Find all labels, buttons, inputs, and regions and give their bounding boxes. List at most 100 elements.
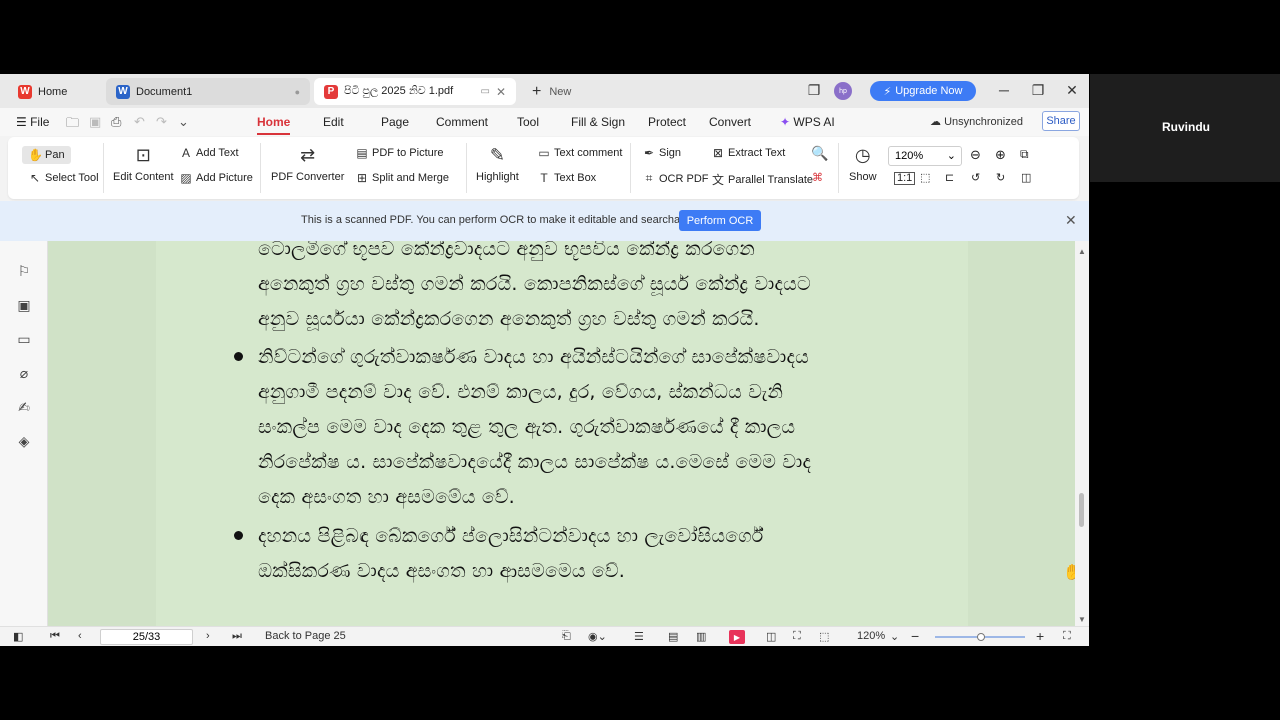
- fullscreen-icon[interactable]: ⛶: [1063, 630, 1071, 643]
- minimize-icon[interactable]: ─: [994, 82, 1014, 98]
- close-icon[interactable]: ✕: [1065, 212, 1077, 229]
- edit-content-icon: ⊡: [135, 145, 151, 165]
- crop-icon[interactable]: ⬚: [819, 630, 829, 643]
- undo-icon[interactable]: ↶: [134, 114, 145, 130]
- scroll-down-icon[interactable]: ▼: [1078, 615, 1086, 624]
- zoom-level[interactable]: 120%: [857, 630, 885, 642]
- zoom-select[interactable]: 120% ⌄: [888, 146, 962, 166]
- restore-icon[interactable]: ❐: [1028, 82, 1048, 99]
- tab-convert[interactable]: Convert: [709, 115, 751, 129]
- single-page-icon[interactable]: ▤: [668, 630, 678, 643]
- zoom-out-icon[interactable]: −: [911, 628, 919, 644]
- read-mode-icon[interactable]: ⎗: [562, 630, 571, 643]
- add-picture-button[interactable]: ▨ Add Picture: [179, 171, 253, 185]
- sync-status[interactable]: ☁ Unsynchronized: [930, 115, 1023, 128]
- select-tool-button[interactable]: ↖ Select Tool: [28, 171, 99, 185]
- layers-icon[interactable]: ◈: [16, 433, 32, 449]
- zoom-out-icon[interactable]: ⊖: [970, 147, 981, 163]
- save-icon[interactable]: ▣: [89, 114, 101, 130]
- split-merge-button[interactable]: ⊞ Split and Merge: [355, 171, 449, 185]
- close-window-icon[interactable]: ✕: [1062, 82, 1082, 99]
- fit-height-icon[interactable]: ⊏: [945, 171, 954, 184]
- bookmark-icon[interactable]: ⚐: [16, 263, 32, 279]
- sidebar-toggle-icon[interactable]: ◧: [13, 630, 23, 643]
- window-list-icon[interactable]: ❐: [804, 82, 824, 99]
- screenshot-icon[interactable]: ⌘: [812, 171, 823, 184]
- back-to-page-link[interactable]: Back to Page 25: [265, 630, 346, 642]
- zoom-slider-knob[interactable]: [977, 633, 985, 641]
- fit-width-icon[interactable]: ⧉: [1020, 147, 1029, 162]
- comment-icon[interactable]: ▭: [16, 331, 32, 347]
- fit-page-icon[interactable]: ⬚: [920, 171, 930, 184]
- thumbnail-icon[interactable]: ▣: [16, 297, 32, 313]
- sign-button[interactable]: ✒ Sign: [642, 146, 681, 160]
- parallel-translate-button[interactable]: 文 Parallel Translate: [711, 171, 813, 188]
- tab-home[interactable]: W Home: [8, 78, 102, 105]
- scroll-thumb[interactable]: [1079, 493, 1084, 527]
- tab-home-menu[interactable]: Home: [257, 115, 291, 135]
- avatar[interactable]: hp: [834, 82, 852, 100]
- upgrade-button[interactable]: ⚡ Upgrade Now: [870, 81, 976, 101]
- tab-wps-ai[interactable]: ✦ WPS AI: [780, 115, 835, 129]
- tab-tool[interactable]: Tool: [517, 115, 539, 129]
- last-page-icon[interactable]: ⏭: [232, 630, 242, 643]
- video-participant-panel: Ruvindu: [1090, 74, 1280, 182]
- tab-fill-sign[interactable]: Fill & Sign: [571, 115, 625, 129]
- pdf-to-picture-label: PDF to Picture: [372, 147, 444, 159]
- next-page-icon[interactable]: ›: [206, 630, 210, 642]
- zoom-slider[interactable]: [935, 633, 1025, 641]
- tab-protect[interactable]: Protect: [648, 115, 686, 129]
- tab-document1[interactable]: W Document1 ●: [106, 78, 310, 105]
- zoom-in-icon[interactable]: +: [1036, 628, 1044, 644]
- split-view-icon[interactable]: ◫: [766, 630, 776, 643]
- text-box-button[interactable]: T Text Box: [537, 171, 596, 185]
- attachment-icon[interactable]: ⌀: [16, 365, 32, 381]
- close-tab-icon[interactable]: ✕: [496, 85, 506, 99]
- zoom-in-icon[interactable]: ⊕: [995, 147, 1006, 163]
- prev-page-icon[interactable]: ‹: [78, 630, 82, 642]
- first-page-icon[interactable]: ⏮: [50, 630, 60, 643]
- text-comment-button[interactable]: ▭ Text comment: [537, 146, 622, 160]
- ocr-pdf-button[interactable]: ⌗ OCR PDF: [642, 171, 709, 186]
- perform-ocr-button[interactable]: Perform OCR: [679, 210, 761, 231]
- book-view-icon[interactable]: ◫: [1021, 171, 1031, 184]
- document-view[interactable]: ටොලමිගේ භූපව කේන්ද්‍රවාදයට අනුව භූපවිය ක…: [48, 241, 1075, 626]
- eye-view-icon[interactable]: ◉⌄: [588, 630, 607, 643]
- tab-comment[interactable]: Comment: [436, 115, 488, 129]
- share-button[interactable]: Share: [1042, 111, 1080, 131]
- screen-frame: Ruvindu W Home W Document1 ● P පිටි පුල …: [0, 0, 1280, 720]
- pdf-to-picture-button[interactable]: ▤ PDF to Picture: [355, 146, 444, 160]
- actual-size-icon[interactable]: 1:1: [894, 172, 916, 185]
- open-folder-icon[interactable]: 🗀: [66, 114, 79, 136]
- play-icon[interactable]: ▶: [729, 630, 745, 644]
- signature-icon[interactable]: ✍: [16, 399, 32, 415]
- rotate-left-icon[interactable]: ↺: [971, 171, 980, 184]
- fit-screen-icon[interactable]: ⛶: [793, 630, 801, 643]
- print-icon[interactable]: ⎙: [111, 114, 121, 130]
- chevron-down-icon[interactable]: ⌄: [178, 114, 189, 130]
- search-icon[interactable]: 🔍: [811, 145, 828, 162]
- two-page-icon[interactable]: ▥: [696, 630, 706, 643]
- tab-edit[interactable]: Edit: [323, 115, 344, 129]
- page-number-input[interactable]: 25/33: [100, 629, 193, 645]
- pan-tool-button[interactable]: ✋ Pan: [22, 146, 71, 164]
- monitor-icon[interactable]: ▭: [481, 86, 490, 97]
- edit-content-button[interactable]: ⊡ Edit Content: [113, 145, 174, 183]
- extract-text-button[interactable]: ⊠ Extract Text: [711, 146, 785, 160]
- tab-new[interactable]: + New: [522, 78, 592, 105]
- tab-pdf[interactable]: P පිටි පුල 2025 නිව 1.pdf ▭ ✕: [314, 78, 516, 105]
- rotate-right-icon[interactable]: ↻: [996, 171, 1005, 184]
- scroll-up-icon[interactable]: ▲: [1078, 247, 1086, 256]
- hamburger-icon: ☰: [16, 115, 31, 129]
- show-button[interactable]: ◷ Show: [849, 145, 877, 183]
- add-text-button[interactable]: A Add Text: [179, 146, 239, 160]
- pdf-converter-button[interactable]: ⇄ PDF Converter: [271, 145, 344, 183]
- tab-page[interactable]: Page: [381, 115, 409, 129]
- redo-icon[interactable]: ↷: [156, 114, 167, 130]
- file-menu[interactable]: ☰ File: [16, 115, 49, 129]
- continuous-view-icon[interactable]: ☰: [634, 630, 644, 643]
- vertical-scrollbar[interactable]: ▲ ▼: [1075, 241, 1089, 626]
- chevron-down-icon[interactable]: ⌄: [890, 630, 899, 643]
- highlight-button[interactable]: ✎ Highlight: [476, 145, 519, 183]
- text-line: දහනය පිළිබඳ බේකර්ගේ ප්ලොසින්ටන්වාදය හා ල…: [258, 525, 764, 547]
